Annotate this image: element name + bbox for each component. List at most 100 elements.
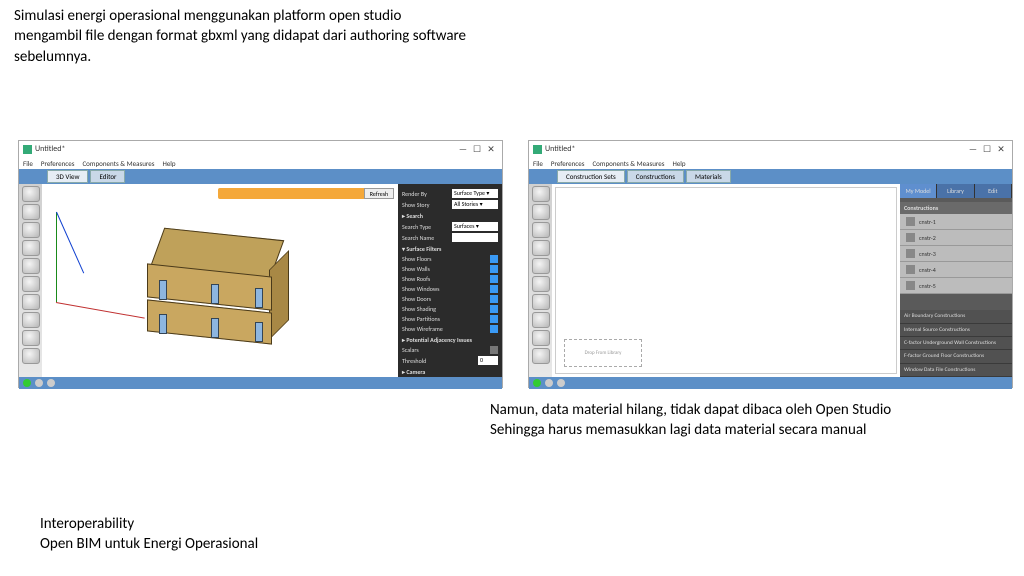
cube-icon bbox=[906, 217, 915, 226]
tool-icon[interactable] bbox=[532, 222, 550, 238]
toggle-label: Show Walls bbox=[402, 265, 430, 273]
menu-preferences[interactable]: Preferences bbox=[41, 159, 75, 168]
tab-edit[interactable]: Edit bbox=[975, 184, 1012, 198]
checkbox[interactable] bbox=[490, 295, 498, 303]
search-type-label: Search Type bbox=[402, 223, 431, 231]
3d-viewport[interactable]: Refresh bbox=[42, 184, 398, 377]
maximize-button[interactable]: ☐ bbox=[470, 144, 484, 155]
tool-icon[interactable] bbox=[22, 204, 40, 220]
tab-constructions[interactable]: Constructions bbox=[627, 170, 684, 183]
tab-mymodel[interactable]: My Model bbox=[900, 184, 937, 198]
search-section[interactable]: ▸ Search bbox=[402, 212, 498, 220]
library-section[interactable]: Window Data File Constructions bbox=[900, 364, 1012, 377]
tool-icon[interactable] bbox=[22, 258, 40, 274]
tab-materials[interactable]: Materials bbox=[686, 170, 731, 183]
adjacency-section[interactable]: ▸ Potential Adjacency Issues bbox=[402, 336, 498, 344]
toggle-label: Show Floors bbox=[402, 255, 432, 263]
menu-help[interactable]: Help bbox=[162, 159, 175, 168]
threshold-input[interactable]: 0 bbox=[478, 356, 498, 365]
building-model bbox=[137, 224, 292, 349]
tool-icon[interactable] bbox=[532, 312, 550, 328]
openstudio-constructions-window: Untitled* — ☐ ✕ File Preferences Compone… bbox=[528, 140, 1013, 388]
statusbar bbox=[19, 377, 502, 389]
tool-icon[interactable] bbox=[22, 294, 40, 310]
checkbox[interactable] bbox=[490, 305, 498, 313]
properties-panel: Render BySurface Type ▾ Show StoryAll St… bbox=[398, 184, 502, 377]
search-type-select[interactable]: Surfaces ▾ bbox=[452, 222, 498, 231]
list-item[interactable]: cnstr-4 bbox=[900, 262, 1012, 278]
checkbox[interactable] bbox=[490, 275, 498, 283]
slide-mid-paragraph: Namun, data material hilang, tidak dapat… bbox=[490, 400, 1010, 441]
tool-icon[interactable] bbox=[532, 330, 550, 346]
render-by-label: Render By bbox=[402, 190, 427, 198]
library-section[interactable]: C-factor Underground Wall Constructions bbox=[900, 337, 1012, 350]
tool-icon[interactable] bbox=[22, 348, 40, 364]
progress-bar bbox=[218, 188, 373, 199]
minimize-button[interactable]: — bbox=[966, 144, 980, 155]
tab-3dview[interactable]: 3D View bbox=[47, 170, 88, 183]
menu-components[interactable]: Components & Measures bbox=[82, 159, 154, 168]
library-section[interactable]: Internal Source Constructions bbox=[900, 324, 1012, 337]
show-story-select[interactable]: All Stories ▾ bbox=[452, 200, 498, 209]
status-dot-icon bbox=[533, 379, 541, 387]
menu-components[interactable]: Components & Measures bbox=[592, 159, 664, 168]
list-item[interactable]: cnstr-1 bbox=[900, 214, 1012, 230]
window-title: Untitled* bbox=[545, 144, 575, 154]
statusbar bbox=[529, 377, 1012, 389]
maximize-button[interactable]: ☐ bbox=[980, 144, 994, 155]
search-name-input[interactable] bbox=[452, 233, 498, 242]
status-dot-icon bbox=[47, 379, 55, 387]
tool-icon[interactable] bbox=[22, 186, 40, 202]
list-item[interactable]: cnstr-3 bbox=[900, 246, 1012, 262]
list-item[interactable]: cnstr-2 bbox=[900, 230, 1012, 246]
bottom-line1: Interoperability bbox=[40, 515, 134, 533]
menu-help[interactable]: Help bbox=[672, 159, 685, 168]
status-dot-icon bbox=[557, 379, 565, 387]
menu-file[interactable]: File bbox=[533, 159, 543, 168]
close-button[interactable]: ✕ bbox=[484, 144, 498, 155]
tab-construction-sets[interactable]: Construction Sets bbox=[557, 170, 625, 183]
checkbox[interactable] bbox=[490, 315, 498, 323]
toggle-label: Show Shading bbox=[402, 305, 436, 313]
library-header: Constructions bbox=[900, 202, 1012, 214]
tool-icon[interactable] bbox=[22, 222, 40, 238]
drop-zone[interactable]: Drop From Library bbox=[564, 339, 642, 367]
tool-icon[interactable] bbox=[532, 240, 550, 256]
bottom-line2: Open BIM untuk Energi Operasional bbox=[40, 535, 258, 553]
minimize-button[interactable]: — bbox=[456, 144, 470, 155]
tool-icon[interactable] bbox=[532, 204, 550, 220]
library-section[interactable]: F-factor Ground Floor Constructions bbox=[900, 350, 1012, 363]
menu-file[interactable]: File bbox=[23, 159, 33, 168]
tool-icon[interactable] bbox=[532, 276, 550, 292]
library-section[interactable]: Air Boundary Constructions bbox=[900, 310, 1012, 323]
tab-library[interactable]: Library bbox=[937, 184, 974, 198]
main-content-area: Drop From Library bbox=[555, 187, 897, 374]
toggle-label: Show Roofs bbox=[402, 275, 430, 283]
checkbox[interactable] bbox=[490, 265, 498, 273]
close-button[interactable]: ✕ bbox=[994, 144, 1008, 155]
tool-icon[interactable] bbox=[532, 186, 550, 202]
render-by-select[interactable]: Surface Type ▾ bbox=[452, 189, 498, 198]
tool-icon[interactable] bbox=[532, 258, 550, 274]
camera-section[interactable]: ▸ Camera bbox=[402, 368, 498, 376]
tool-icon[interactable] bbox=[532, 348, 550, 364]
checkbox[interactable] bbox=[490, 325, 498, 333]
axis-y-icon bbox=[56, 212, 57, 302]
checkbox[interactable] bbox=[490, 346, 498, 354]
threshold-label: Threshold bbox=[402, 357, 426, 365]
tool-icon[interactable] bbox=[22, 276, 40, 292]
tool-icon[interactable] bbox=[22, 240, 40, 256]
list-item[interactable]: cnstr-5 bbox=[900, 278, 1012, 294]
tool-icon[interactable] bbox=[22, 330, 40, 346]
checkbox[interactable] bbox=[490, 285, 498, 293]
vertical-toolbar bbox=[529, 184, 552, 377]
filters-section[interactable]: ▾ Surface Filters bbox=[402, 245, 498, 253]
tab-editor[interactable]: Editor bbox=[90, 170, 125, 183]
menu-preferences[interactable]: Preferences bbox=[551, 159, 585, 168]
tool-icon[interactable] bbox=[22, 312, 40, 328]
cube-icon bbox=[906, 233, 915, 242]
checkbox[interactable] bbox=[490, 255, 498, 263]
refresh-button[interactable]: Refresh bbox=[364, 188, 394, 199]
tool-icon[interactable] bbox=[532, 294, 550, 310]
axis-z-icon bbox=[56, 212, 84, 274]
